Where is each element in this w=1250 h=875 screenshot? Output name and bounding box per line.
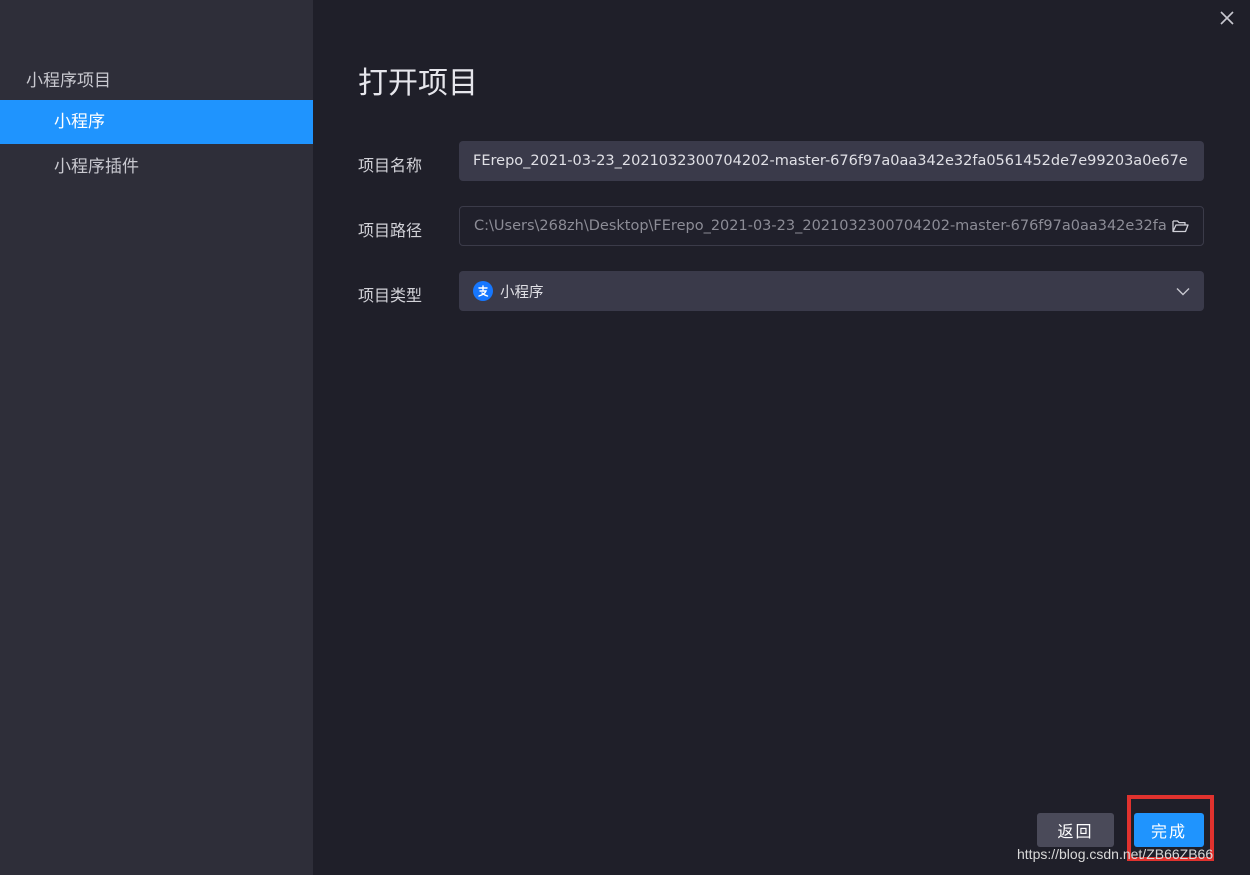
project-path-field[interactable]: C:\Users\268zh\Desktop\FErepo_2021-03-23… [459,206,1204,246]
sidebar-item-miniprogram[interactable]: 小程序 [0,100,313,144]
sidebar: 小程序项目 小程序 小程序插件 [0,0,313,875]
close-button[interactable] [1214,5,1240,31]
page-title: 打开项目 [358,66,478,101]
folder-open-button[interactable] [1172,219,1189,233]
close-icon [1220,11,1234,25]
back-button[interactable]: 返回 [1037,813,1114,847]
sidebar-item-miniprogram-plugin[interactable]: 小程序插件 [0,145,313,189]
project-path-value: C:\Users\268zh\Desktop\FErepo_2021-03-23… [474,218,1166,234]
project-name-label: 项目名称 [358,156,423,175]
project-name-value: FErepo_2021-03-23_2021032300704202-maste… [473,153,1188,169]
sidebar-heading: 小程序项目 [26,71,111,91]
project-type-value: 小程序 [500,284,544,301]
done-button[interactable]: 完成 [1134,813,1204,847]
project-type-select[interactable]: 小程序 [459,271,1204,311]
project-path-label: 项目路径 [358,221,423,240]
alipay-icon [473,281,493,301]
folder-open-icon [1172,220,1189,233]
project-name-field[interactable]: FErepo_2021-03-23_2021032300704202-maste… [459,141,1204,181]
chevron-down-icon [1176,287,1190,295]
project-type-label: 项目类型 [358,286,423,305]
watermark: https://blog.csdn.net/ZB66ZB66 [1017,846,1214,862]
